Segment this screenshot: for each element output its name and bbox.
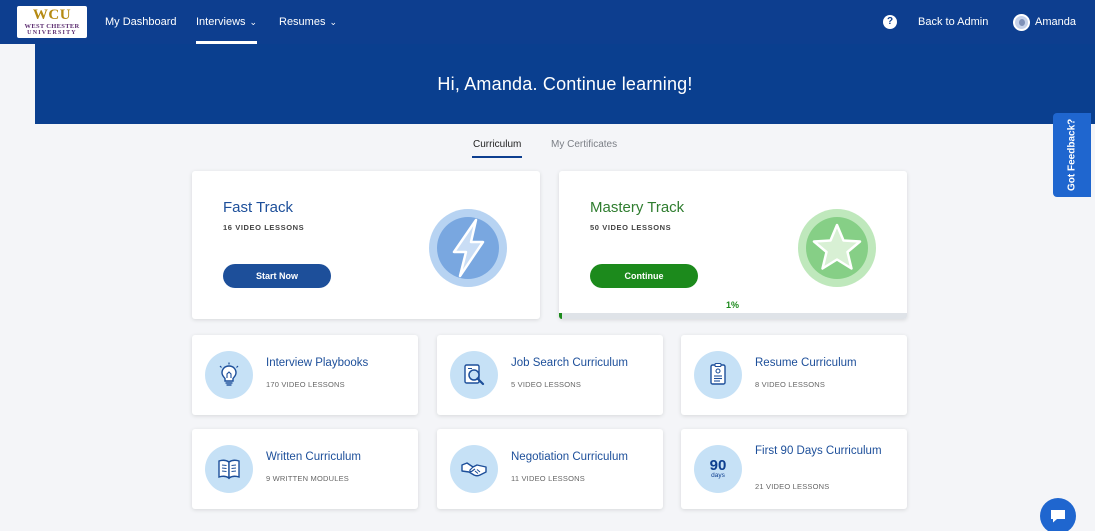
- nav-resumes-label: Resumes: [279, 16, 326, 28]
- mastery-progress-bar: [559, 313, 907, 319]
- fast-track-title: Fast Track: [223, 199, 294, 216]
- card-job-search-curriculum[interactable]: Job Search Curriculum 5 VIDEO LESSONS: [437, 335, 663, 415]
- mastery-track-subtitle: 50 VIDEO LESSONS: [590, 223, 672, 232]
- card-subtitle: 9 WRITTEN MODULES: [266, 474, 349, 483]
- card-title: Resume Curriculum: [755, 357, 857, 369]
- document-icon: [694, 351, 742, 399]
- page-title: Hi, Amanda. Continue learning!: [437, 73, 693, 94]
- logo-wcu: WCU: [32, 6, 72, 23]
- tab-my-certificates[interactable]: My Certificates: [551, 139, 617, 150]
- nav-interviews[interactable]: Interviews ⌄: [196, 0, 258, 44]
- card-subtitle: 5 VIDEO LESSONS: [511, 380, 582, 389]
- card-subtitle: 11 VIDEO LESSONS: [511, 474, 585, 483]
- card-title: Negotiation Curriculum: [511, 451, 628, 463]
- card-resume-curriculum[interactable]: Resume Curriculum 8 VIDEO LESSONS: [681, 335, 907, 415]
- card-subtitle: 170 VIDEO LESSONS: [266, 380, 345, 389]
- mastery-progress-label: 1%: [726, 300, 740, 310]
- chat-button[interactable]: [1040, 498, 1076, 531]
- card-subtitle: 21 VIDEO LESSONS: [755, 482, 830, 491]
- mastery-track-title: Mastery Track: [590, 199, 685, 216]
- lightning-icon: [429, 209, 507, 287]
- nav-interviews-label: Interviews: [196, 16, 246, 28]
- start-now-button[interactable]: Start Now: [223, 264, 331, 288]
- logo-university: UNIVERSITY: [27, 30, 77, 37]
- chevron-down-icon: ⌄: [249, 16, 258, 27]
- mastery-progress-fill: [559, 313, 563, 319]
- star-icon: [798, 209, 876, 287]
- tab-curriculum[interactable]: Curriculum: [471, 139, 523, 158]
- avatar[interactable]: [1013, 14, 1030, 31]
- top-nav: WCU WEST CHESTER UNIVERSITY My Dashboard…: [0, 0, 1095, 44]
- card-interview-playbooks[interactable]: Interview Playbooks 170 VIDEO LESSONS: [192, 335, 418, 415]
- chat-bubble-icon: [1051, 510, 1065, 523]
- nav-my-dashboard[interactable]: My Dashboard: [105, 0, 177, 44]
- card-title: Job Search Curriculum: [511, 357, 628, 369]
- magnifier-icon: [450, 351, 498, 399]
- user-name: Amanda: [1035, 16, 1076, 28]
- card-first-90-days-curriculum[interactable]: 90 days First 90 Days Curriculum 21 VIDE…: [681, 429, 907, 509]
- ninety-days-icon: 90 days: [694, 445, 742, 493]
- mastery-track-card[interactable]: Mastery Track 50 VIDEO LESSONS Continue …: [559, 171, 907, 319]
- card-title: Written Curriculum: [266, 451, 361, 463]
- hero-banner: Hi, Amanda. Continue learning!: [35, 44, 1095, 124]
- nav-resumes[interactable]: Resumes ⌄: [279, 0, 337, 44]
- book-icon: [205, 445, 253, 493]
- card-subtitle: 8 VIDEO LESSONS: [755, 380, 826, 389]
- card-negotiation-curriculum[interactable]: Negotiation Curriculum 11 VIDEO LESSONS: [437, 429, 663, 509]
- chevron-down-icon: ⌄: [329, 16, 338, 27]
- user-menu[interactable]: Amanda: [1035, 0, 1076, 44]
- card-title: First 90 Days Curriculum: [755, 445, 882, 457]
- lightbulb-icon: [205, 351, 253, 399]
- back-to-admin-link[interactable]: Back to Admin: [918, 0, 988, 44]
- card-title: Interview Playbooks: [266, 357, 369, 369]
- ninety-days-number: 90: [709, 457, 727, 475]
- back-to-admin-label: Back to Admin: [918, 16, 989, 28]
- card-written-curriculum[interactable]: Written Curriculum 9 WRITTEN MODULES: [192, 429, 418, 509]
- fast-track-card[interactable]: Fast Track 16 VIDEO LESSONS Start Now: [192, 171, 540, 319]
- wcu-logo[interactable]: WCU WEST CHESTER UNIVERSITY: [17, 6, 87, 38]
- handshake-icon: [450, 445, 498, 493]
- help-icon[interactable]: ?: [883, 15, 897, 29]
- nav-my-dashboard-label: My Dashboard: [105, 16, 177, 28]
- continue-button[interactable]: Continue: [590, 264, 698, 288]
- feedback-tab[interactable]: Got Feedback?: [1053, 113, 1091, 197]
- fast-track-subtitle: 16 VIDEO LESSONS: [223, 223, 305, 232]
- ninety-days-unit: days: [711, 472, 725, 480]
